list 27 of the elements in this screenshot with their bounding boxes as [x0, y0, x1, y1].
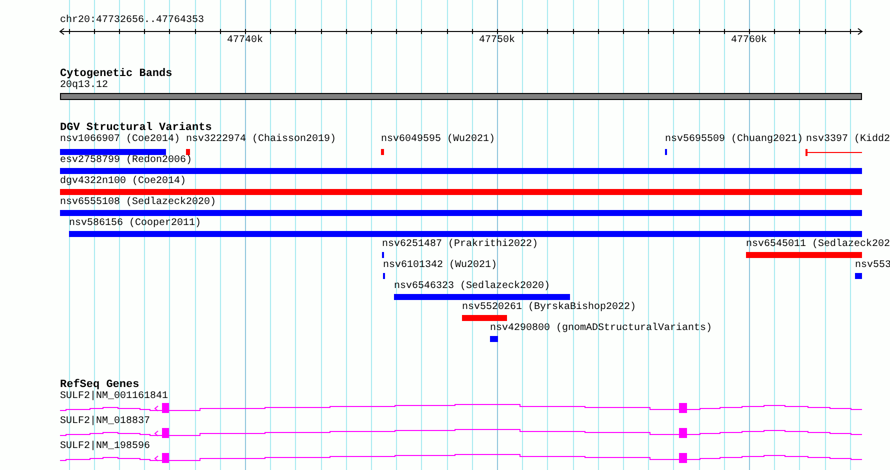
gene-label: SULF2|NM_018837 — [60, 416, 150, 428]
tick-label: 47750k — [479, 35, 516, 47]
variant-label: nsv4290800 (gnomADStructuralVariants) — [490, 323, 712, 335]
variant-label: nsv553 — [855, 260, 890, 272]
region-title: chr20:47732656..47764353 — [60, 15, 204, 27]
gene-label: SULF2|NM_001161841 — [60, 391, 168, 403]
tick-label: 47740k — [227, 35, 264, 47]
track-title: RefSeq Genes — [60, 379, 140, 391]
tick-label: 47760k — [731, 35, 768, 47]
variant-label: nsv586156 (Cooper2011) — [69, 218, 202, 230]
variant-label: nsv5520261 (ByrskaBishop2022) — [462, 302, 636, 314]
variant-label: nsv3397 (Kidd2 — [806, 134, 890, 146]
track-title: DGV Structural Variants — [60, 122, 212, 134]
variant-label: nsv6555108 (Sedlazeck2020) — [60, 197, 216, 209]
variant-label: nsv6545011 (Sedlazeck202 — [746, 239, 890, 251]
variant-label: nsv6546323 (Sedlazeck2020) — [394, 281, 550, 293]
band-label: 20q13.12 — [60, 80, 108, 92]
variant-label: nsv6251487 (Prakrithi2022) — [382, 239, 538, 251]
variant-label: nsv3222974 (Chaisson2019) — [186, 134, 336, 146]
variant-label: dgv4322n100 (Coe2014) — [60, 176, 186, 188]
variant-label: nsv6101342 (Wu2021) — [383, 260, 498, 272]
variant-label: nsv1066907 (Coe2014) — [60, 134, 180, 146]
variant-label: nsv6049595 (Wu2021) — [381, 134, 496, 146]
variant-label: esv2758799 (Redon2006) — [60, 155, 192, 167]
variant-label: nsv5695509 (Chuang2021) — [665, 134, 804, 146]
track-title: Cytogenetic Bands — [60, 68, 172, 80]
gene-label: SULF2|NM_198596 — [60, 441, 150, 453]
